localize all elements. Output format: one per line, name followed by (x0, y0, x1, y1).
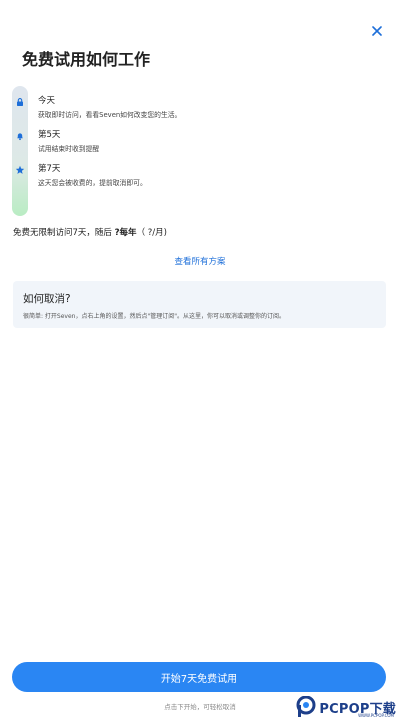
timeline-step-heading: 今天 (38, 96, 56, 106)
timeline-step-description: 试用结束时收到提醒 (38, 145, 100, 153)
timeline-step-day7: 第7天 这天您会被收费的，提前取消即可。 (12, 162, 382, 192)
timeline-step-heading: 第7天 (38, 164, 61, 174)
timeline-step-heading: 第5天 (38, 130, 61, 140)
pcpop-logo-icon (296, 696, 316, 717)
timeline-step-description: 获取即时访问，看看Seven如何改变您的生活。 (38, 111, 182, 119)
view-all-plans-link[interactable]: 查看所有方案 (0, 255, 400, 267)
start-free-trial-button[interactable]: 开始7天免费试用 (12, 662, 386, 692)
bell-icon (14, 130, 26, 142)
watermark-logo: PCPOP下载 WWW.PCPOP.COM (296, 696, 396, 718)
cancel-info-card: 如何取消? 很简单: 打开Seven，点右上角的设置，然后点"管理订阅"。从这里… (13, 281, 386, 328)
cancel-info-description: 很简单: 打开Seven，点右上角的设置，然后点"管理订阅"。从这里，你可以取消… (23, 313, 285, 320)
pricing-summary-price: ?每年 (114, 228, 137, 238)
watermark-subtext: WWW.PCPOP.COM (358, 713, 394, 718)
lock-icon (14, 96, 26, 108)
pricing-summary-suffix: （ ?/月) (136, 228, 167, 238)
close-button[interactable] (368, 22, 386, 40)
close-icon (372, 26, 382, 36)
timeline-step-description: 这天您会被收费的，提前取消即可。 (38, 179, 147, 187)
cancel-info-title: 如何取消? (23, 293, 71, 305)
pricing-summary: 免费无限制访问7天，随后 ?每年（ ?/月) (13, 226, 167, 238)
timeline-step-day5: 第5天 试用结束时收到提醒 (12, 128, 382, 158)
trial-timeline: 今天 获取即时访问，看看Seven如何改变您的生活。 第5天 试用结束时收到提醒… (12, 86, 382, 216)
star-icon (14, 164, 26, 176)
timeline-step-today: 今天 获取即时访问，看看Seven如何改变您的生活。 (12, 94, 382, 124)
page-title: 免费试用如何工作 (22, 50, 151, 69)
pricing-summary-prefix: 免费无限制访问7天，随后 (13, 228, 115, 238)
